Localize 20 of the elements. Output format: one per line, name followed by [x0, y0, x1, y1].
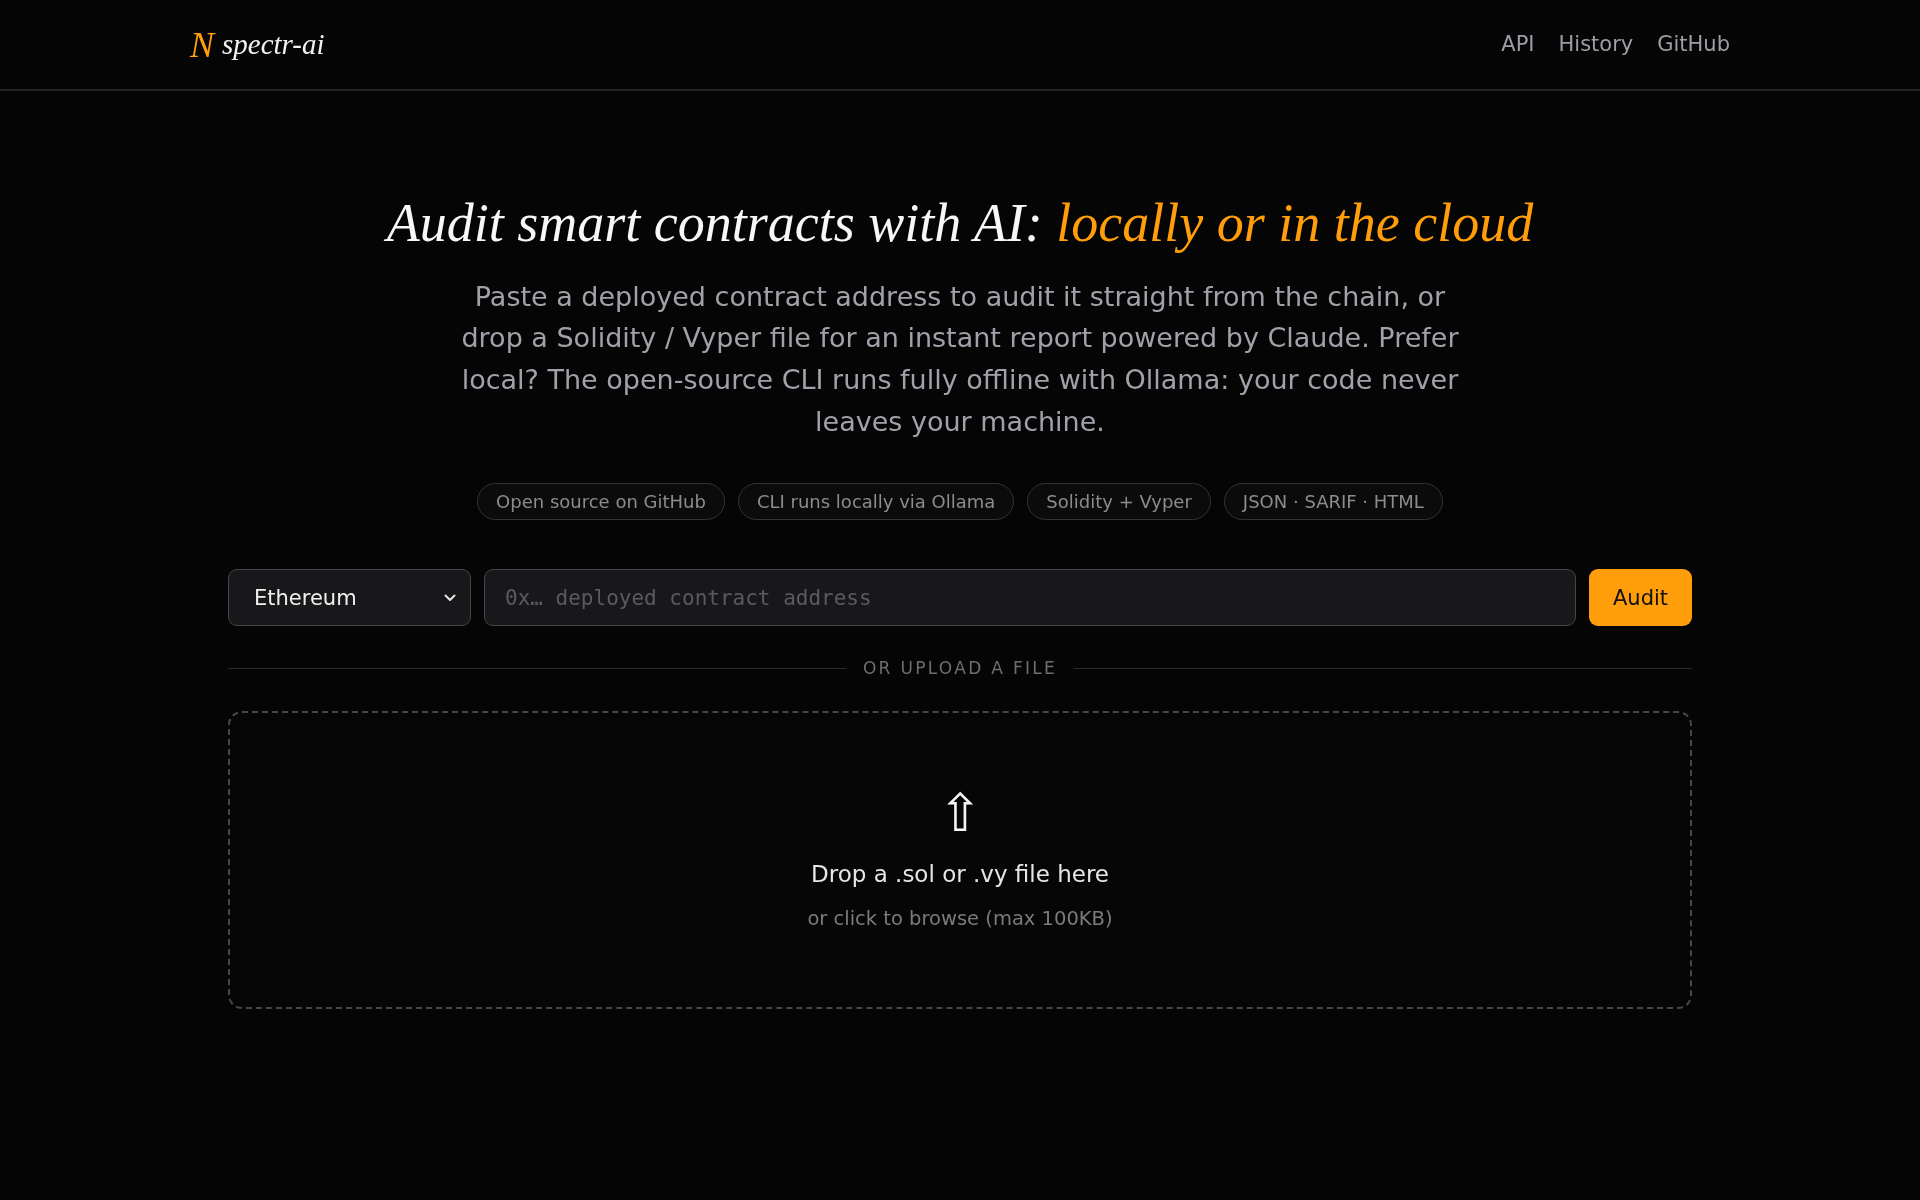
divider-label: OR UPLOAD A FILE	[862, 658, 1058, 679]
feature-tag: CLI runs locally via Ollama	[737, 483, 1015, 521]
logo-mark: N	[190, 26, 214, 63]
audit-button[interactable]: Audit	[1589, 569, 1692, 627]
feature-tag: JSON · SARIF · HTML	[1223, 483, 1443, 521]
network-select[interactable]: Ethereum	[228, 569, 471, 627]
brand-name[interactable]: spectr-ai	[222, 28, 325, 61]
hero-title: Audit smart contracts with AI: locally or in the cloud	[386, 192, 1534, 255]
nav-link[interactable]: API	[1501, 31, 1535, 58]
file-dropzone[interactable]: ⇧ Drop a .sol or .vy file here or click to browse (max 100KB)	[228, 711, 1692, 1010]
dropzone-hint: or click to browse (max 100KB)	[807, 906, 1113, 933]
dropzone-title: Drop a .sol or .vy file here	[811, 860, 1109, 890]
hero-description: Paste a deployed contract address to audit it straight from the chain, or drop a Solidity / Vyper file for an instant report powered by Claude. Prefer local? The open-source CLI runs fully offline with Ollama: your code never leaves your machine.	[460, 279, 1460, 439]
address-input[interactable]: 0x… deployed contract address	[484, 569, 1576, 627]
nav-link[interactable]: History	[1558, 31, 1634, 58]
feature-tag: Open source on GitHub	[477, 483, 725, 521]
feature-tag: Solidity + Vyper	[1027, 483, 1211, 521]
chevron-down-icon	[444, 593, 456, 602]
up-arrow-icon: ⇧	[938, 787, 982, 840]
nav-link[interactable]: GitHub	[1657, 31, 1730, 58]
